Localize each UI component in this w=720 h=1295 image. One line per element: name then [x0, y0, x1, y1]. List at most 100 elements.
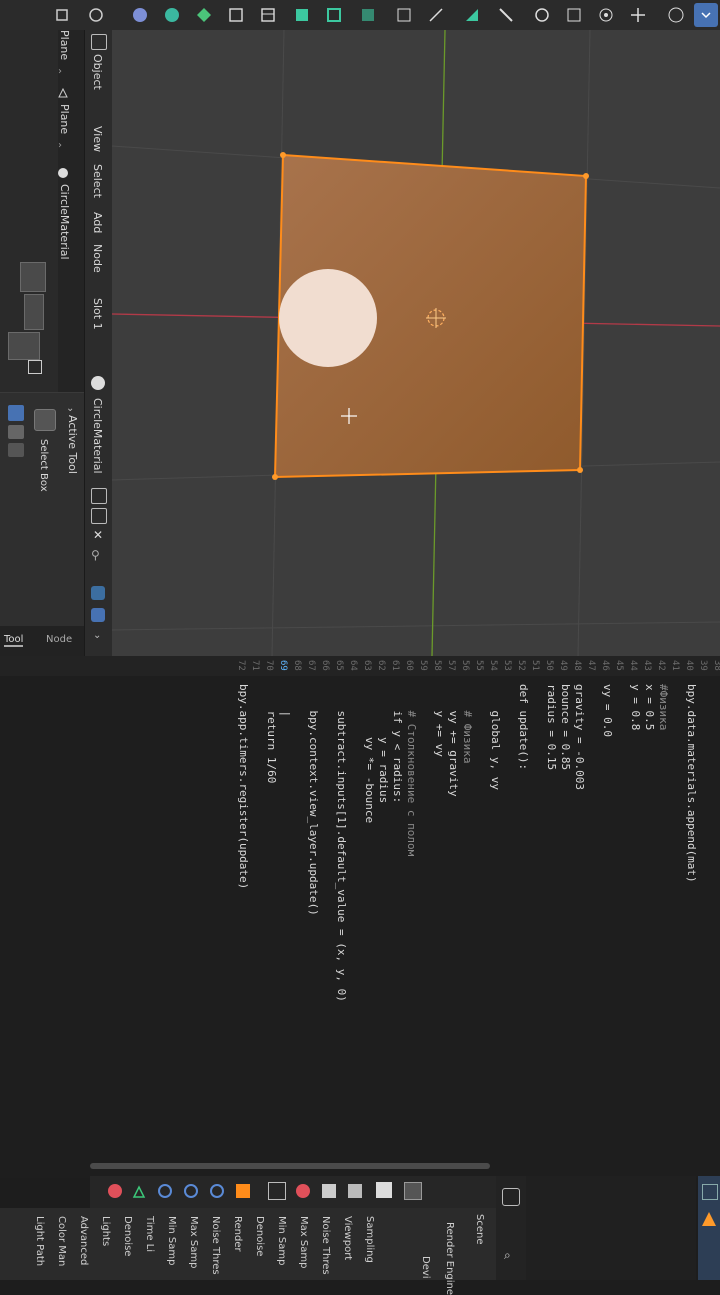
node-canvas[interactable] — [0, 30, 58, 392]
backdrop-icon[interactable] — [91, 586, 105, 600]
world-tab-icon[interactable] — [296, 1184, 310, 1198]
code-line[interactable]: if y < radius: — [390, 684, 404, 803]
shading-solid-icon[interactable] — [128, 3, 152, 27]
fake-user-icon[interactable] — [91, 508, 107, 524]
property-item[interactable]: Color Man — [56, 1216, 67, 1266]
view-cube-icon[interactable] — [224, 3, 248, 27]
output-node[interactable] — [28, 360, 42, 374]
shading-rendered-icon[interactable] — [192, 3, 216, 27]
menu-object[interactable]: Object — [91, 54, 104, 90]
constraint-tab-icon[interactable] — [158, 1184, 172, 1198]
material-tab-icon[interactable] — [108, 1184, 122, 1198]
outliner[interactable] — [526, 1176, 696, 1280]
code-line[interactable]: vy = 0.0 — [600, 684, 614, 737]
code-line[interactable]: vy *= -bounce — [362, 684, 376, 823]
collapse-chevron-icon[interactable]: ⌄ — [66, 403, 74, 414]
node-box[interactable] — [8, 332, 40, 360]
property-item[interactable]: Noise Thres — [210, 1216, 221, 1275]
duplicate-material-icon[interactable] — [91, 488, 107, 504]
material-browse-icon[interactable] — [91, 376, 105, 390]
property-item[interactable]: Min Samp — [166, 1216, 177, 1266]
property-item[interactable]: Render — [232, 1216, 243, 1252]
chevron-down-icon[interactable]: ⌄ — [93, 630, 101, 641]
object-tab-icon[interactable] — [236, 1184, 250, 1198]
overlay-toggle-icon[interactable] — [84, 3, 108, 27]
render-tab-icon[interactable] — [376, 1182, 392, 1198]
property-item[interactable]: Max Samp — [188, 1216, 199, 1268]
slot-selector[interactable]: Slot 1 — [91, 298, 104, 330]
camera-view-icon[interactable] — [562, 3, 586, 27]
outliner-selected-row[interactable] — [698, 1176, 720, 1280]
code-line[interactable]: x = 0.5 — [642, 684, 656, 730]
code-line[interactable]: vy += gravity — [446, 684, 460, 796]
property-item[interactable]: Advanced — [78, 1216, 89, 1265]
code-line[interactable]: # Столкновение с полом — [404, 684, 418, 856]
physics-tab-icon[interactable] — [184, 1184, 198, 1198]
editor-type-icon[interactable] — [50, 3, 74, 27]
view-layer-tab-icon[interactable] — [268, 1182, 286, 1200]
select-box-tool-icon[interactable] — [34, 409, 56, 431]
search-icon[interactable]: ⌕ — [504, 1248, 511, 1263]
menu-select[interactable]: Select — [91, 164, 104, 198]
node-box[interactable] — [24, 294, 44, 330]
code-line[interactable]: radius = 0.15 — [544, 684, 558, 770]
code-line[interactable]: global y, vy — [488, 684, 502, 789]
select-mode-extend-icon[interactable] — [8, 425, 24, 439]
property-item[interactable]: Noise Thres — [320, 1216, 331, 1275]
property-item[interactable]: Viewport — [342, 1216, 353, 1260]
code-line[interactable]: return 1/60 — [264, 684, 278, 783]
gizmo-icon[interactable] — [530, 3, 554, 27]
code-line[interactable]: y += vy — [432, 684, 446, 756]
snap-icon[interactable] — [392, 3, 416, 27]
horizontal-scrollbar[interactable] — [90, 1163, 490, 1169]
editor-type-icon[interactable] — [502, 1188, 520, 1206]
menu-node[interactable]: Node — [91, 244, 104, 273]
code-line[interactable]: | — [278, 684, 292, 717]
material-name-field[interactable]: CircleMaterial — [91, 398, 104, 474]
code-line[interactable]: gravity = -0.003 — [572, 684, 586, 790]
code-line[interactable]: subtract.inputs[1].default_value = (x, y… — [334, 684, 348, 1001]
code-line[interactable]: bpy.data.materials.append(mat) — [684, 684, 698, 883]
toolbar-toggle-icon[interactable] — [694, 3, 718, 27]
scene-tab-icon[interactable] — [322, 1184, 336, 1198]
code-line[interactable]: # Физика — [460, 684, 474, 763]
select-mode-subtract-icon[interactable] — [8, 443, 24, 457]
code-line[interactable]: #Физика — [656, 684, 670, 730]
editor-type-icon[interactable] — [91, 34, 107, 50]
output-tab-icon[interactable] — [348, 1184, 362, 1198]
select-mode-new-icon[interactable] — [8, 405, 24, 421]
code-line[interactable]: bpy.app.timers.register(update) — [236, 684, 250, 889]
code-line[interactable]: y = 0.8 — [628, 684, 642, 730]
property-item[interactable]: Denoise — [254, 1216, 265, 1256]
property-item[interactable]: Denoise — [122, 1216, 133, 1256]
move-view-icon[interactable] — [626, 3, 650, 27]
tool-tab-icon[interactable] — [404, 1182, 422, 1200]
code-line[interactable]: bpy.context.view_layer.update() — [306, 684, 320, 915]
transform-icon[interactable] — [460, 3, 484, 27]
box-mode-icon[interactable] — [356, 3, 380, 27]
xray-icon[interactable] — [290, 3, 314, 27]
menu-add[interactable]: Add — [91, 212, 104, 233]
proportional-icon[interactable] — [424, 3, 448, 27]
code-line[interactable]: def update(): — [516, 684, 530, 770]
menu-view[interactable]: View — [91, 126, 104, 152]
property-item[interactable]: Min Samp — [276, 1216, 287, 1266]
pin-icon[interactable]: ⚲ — [91, 548, 100, 562]
code-line[interactable]: y = radius — [376, 684, 390, 803]
3d-viewport[interactable] — [112, 30, 720, 656]
select-mode-icon[interactable] — [322, 3, 346, 27]
unlink-icon[interactable]: ✕ — [93, 528, 103, 542]
particles-tab-icon[interactable] — [210, 1184, 224, 1198]
tab-tool[interactable]: Tool — [4, 634, 24, 647]
tweak-icon[interactable] — [494, 3, 518, 27]
node-box[interactable] — [20, 262, 46, 292]
snap-toggle-icon[interactable] — [91, 608, 105, 622]
code-line[interactable]: bounce = 0.85 — [558, 684, 572, 770]
view-box-icon[interactable] — [256, 3, 280, 27]
property-item[interactable]: Light Path — [34, 1216, 45, 1266]
property-item[interactable]: Time Li — [144, 1216, 155, 1252]
property-item[interactable]: Max Samp — [298, 1216, 309, 1268]
property-item[interactable]: Sampling — [364, 1216, 375, 1263]
orbit-icon[interactable] — [594, 3, 618, 27]
tab-node[interactable]: Node — [46, 634, 72, 645]
